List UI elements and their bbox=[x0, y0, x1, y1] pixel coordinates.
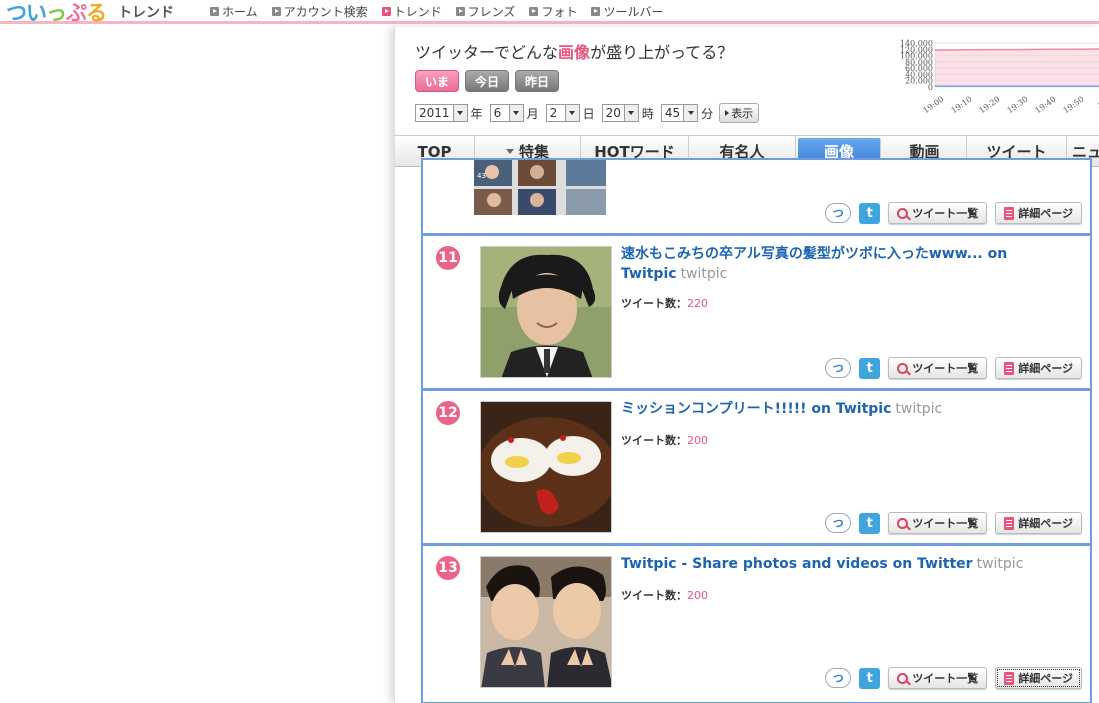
item-title-link[interactable]: ミッションコンプリート!!!!! on Twitpic bbox=[621, 401, 891, 417]
nav-friends[interactable]: フレンズ bbox=[455, 3, 515, 20]
global-nav: ホーム アカウント検索 トレンド フレンズ フォト ツールバー bbox=[210, 3, 663, 20]
period-selector: いま 今日 昨日 bbox=[415, 70, 559, 92]
tsupuru-button[interactable]: つ bbox=[825, 203, 852, 223]
main-panel: ツイッターでどんな画像が盛り上がってる？ いま 今日 昨日 2011 年 6 月… bbox=[394, 27, 1099, 703]
search-icon bbox=[897, 517, 909, 529]
datetime-selector: 2011 年 6 月 2 日 20 時 45 分 表示 bbox=[415, 103, 760, 123]
tweet-list-button[interactable]: ツイート一覧 bbox=[888, 357, 988, 379]
document-icon bbox=[1004, 516, 1015, 530]
document-icon bbox=[1004, 206, 1015, 220]
month-select[interactable]: 6 bbox=[489, 104, 524, 122]
minute-select[interactable]: 45 bbox=[660, 104, 699, 122]
page-headline: ツイッターでどんな画像が盛り上がってる？ bbox=[415, 43, 734, 62]
chevron-down-icon bbox=[508, 105, 523, 121]
year-select[interactable]: 2011 bbox=[415, 104, 468, 122]
period-now-button[interactable]: いま bbox=[415, 70, 459, 92]
nav-photo[interactable]: フォト bbox=[529, 3, 577, 20]
item-actions: つ t ツイート一覧 詳細ページ bbox=[825, 512, 1082, 534]
x-tick-label: 19:20 bbox=[978, 95, 1002, 116]
item-source: twitpic bbox=[895, 401, 943, 417]
item-title: ミッションコンプリート!!!!! on Twitpic twitpic bbox=[621, 399, 1061, 419]
item-actions: つ t ツイート一覧 詳細ページ bbox=[825, 667, 1082, 689]
arrow-icon bbox=[210, 7, 219, 16]
rank-badge: 12 bbox=[436, 401, 460, 425]
rank-badge: 13 bbox=[436, 556, 460, 580]
x-tick-label: 19:30 bbox=[1006, 95, 1030, 116]
item-thumbnail[interactable] bbox=[480, 556, 612, 688]
hour-select[interactable]: 20 bbox=[601, 104, 639, 122]
nav-account-search[interactable]: アカウント検索 bbox=[271, 3, 368, 20]
logo-subtitle: トレンド bbox=[118, 5, 174, 21]
tweet-count: ツイート数：200 bbox=[621, 589, 708, 602]
detail-page-button[interactable]: 詳細ページ bbox=[995, 357, 1082, 379]
item-title: Twitpic - Share photos and videos on Twi… bbox=[621, 554, 1061, 574]
arrow-icon bbox=[529, 7, 539, 16]
search-icon bbox=[897, 672, 909, 684]
rank-badge: 11 bbox=[436, 246, 460, 270]
search-icon bbox=[897, 362, 909, 374]
twitter-share-button[interactable]: t bbox=[859, 357, 881, 379]
chevron-down-icon bbox=[452, 105, 467, 121]
period-today-button[interactable]: 今日 bbox=[465, 70, 509, 92]
chevron-down-icon bbox=[505, 149, 514, 154]
detail-page-button[interactable]: 詳細ページ bbox=[995, 512, 1082, 534]
tsupuru-button[interactable]: つ bbox=[825, 358, 852, 378]
item-title-link[interactable]: Twitpic - Share photos and videos on Twi… bbox=[621, 556, 973, 572]
item-title: 速水もこみちの卒アル写真の髪型がツボに入ったwww... on Twitpic t… bbox=[621, 244, 1061, 284]
list-item: 12 ミッションコンプリート!!!!! on Twitpic twitpic ツ… bbox=[421, 389, 1092, 545]
document-icon bbox=[1004, 671, 1015, 685]
nav-home[interactable]: ホーム bbox=[210, 3, 258, 20]
search-icon bbox=[897, 207, 909, 219]
show-button[interactable]: 表示 bbox=[719, 103, 760, 123]
item-actions: つ t ツイート一覧 詳細ページ bbox=[825, 202, 1082, 224]
arrow-icon bbox=[591, 7, 601, 16]
item-source: twitpic bbox=[976, 556, 1024, 572]
svg-text:43: 43 bbox=[477, 172, 486, 180]
tweet-count: ツイート数：220 bbox=[621, 297, 708, 310]
list-item: 13 Twitpic - Share photos and videos on … bbox=[421, 544, 1092, 703]
arrow-icon bbox=[271, 7, 281, 16]
detail-page-button[interactable]: 詳細ページ bbox=[995, 667, 1082, 689]
nav-trend[interactable]: トレンド bbox=[381, 3, 442, 20]
x-tick-label: 19:00 bbox=[922, 95, 946, 116]
twitter-share-button[interactable]: t bbox=[859, 667, 881, 689]
x-tick-label: 19:40 bbox=[1034, 95, 1058, 116]
list-item: 43 つ t ツイート一覧 詳細ページ bbox=[421, 158, 1092, 235]
chevron-down-icon bbox=[623, 105, 638, 121]
site-logo[interactable]: ついっぷる bbox=[6, 0, 107, 27]
chevron-down-icon bbox=[564, 105, 579, 121]
day-select[interactable]: 2 bbox=[545, 104, 580, 122]
period-yesterday-button[interactable]: 昨日 bbox=[515, 70, 559, 92]
play-icon bbox=[725, 110, 730, 116]
y-tick-label: 0 bbox=[928, 83, 933, 92]
x-tick-label: 19:10 bbox=[950, 95, 974, 116]
item-thumbnail[interactable] bbox=[480, 401, 612, 533]
document-icon bbox=[1004, 361, 1015, 375]
arrow-icon bbox=[381, 7, 391, 16]
item-title-link[interactable]: 速水もこみちの卒アル写真の髪型がツボに入ったwww... on Twitpic bbox=[621, 246, 1007, 282]
twitter-share-button[interactable]: t bbox=[859, 202, 881, 224]
x-tick-label: 19:50 bbox=[1062, 95, 1086, 116]
top-bar: ついっぷる トレンド ホーム アカウント検索 トレンド フレンズ フォト ツール… bbox=[0, 0, 1099, 27]
tsupuru-button[interactable]: つ bbox=[825, 668, 852, 688]
item-source: twitpic bbox=[680, 266, 728, 282]
series-area bbox=[935, 49, 1099, 87]
list-item: 11 速水もこみちの卒アル写真の髪型がツボに入ったwww... on Twitp… bbox=[421, 234, 1092, 390]
tsupuru-button[interactable]: つ bbox=[825, 513, 852, 533]
tweet-list-button[interactable]: ツイート一覧 bbox=[888, 667, 988, 689]
twitter-share-button[interactable]: t bbox=[859, 512, 881, 534]
item-actions: つ t ツイート一覧 詳細ページ bbox=[825, 357, 1082, 379]
item-thumbnail[interactable] bbox=[480, 246, 612, 378]
detail-page-button[interactable]: 詳細ページ bbox=[995, 202, 1082, 224]
nav-toolbar[interactable]: ツールバー bbox=[591, 3, 663, 20]
chevron-down-icon bbox=[683, 105, 698, 121]
tweet-list-button[interactable]: ツイート一覧 bbox=[888, 512, 988, 534]
tweet-count: ツイート数：200 bbox=[621, 434, 708, 447]
trend-chart: 140,000120,000100,00080,00060,00040,0002… bbox=[900, 39, 1099, 116]
arrow-icon bbox=[455, 7, 465, 16]
tweet-list-button[interactable]: ツイート一覧 bbox=[888, 202, 988, 224]
item-thumbnail[interactable]: 43 bbox=[474, 160, 606, 215]
